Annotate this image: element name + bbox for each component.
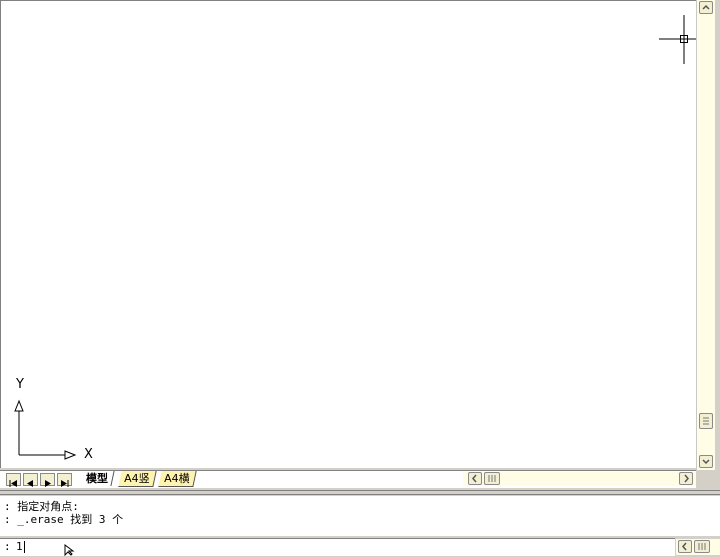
- last-tab-icon: [61, 480, 69, 487]
- cmd-scroll-thumb[interactable]: [694, 540, 710, 553]
- last-tab-button[interactable]: [57, 473, 72, 487]
- tab-a4-portrait[interactable]: A4竖: [118, 471, 157, 487]
- grip-icon: [488, 475, 496, 482]
- ucs-x-label: X: [84, 447, 93, 462]
- chevron-up-icon: [702, 4, 710, 10]
- chevron-left-icon: [472, 474, 477, 483]
- prev-tab-icon: [27, 480, 33, 487]
- text-caret: [24, 541, 25, 553]
- cmd-scroll-left-button[interactable]: [678, 540, 692, 553]
- next-tab-button[interactable]: [40, 473, 55, 487]
- command-window-scrollbar[interactable]: [676, 539, 720, 555]
- scroll-right-button[interactable]: [679, 472, 693, 485]
- first-tab-button[interactable]: [6, 473, 21, 487]
- grip-icon: [698, 543, 706, 550]
- mouse-pointer-icon: [64, 544, 75, 556]
- command-prompt: :: [4, 540, 11, 553]
- tab-model[interactable]: 模型: [80, 471, 115, 486]
- scroll-thumb-horizontal[interactable]: [484, 472, 500, 485]
- command-history: : 指定对角点: : _.erase 找到 3 个: [0, 496, 720, 536]
- history-line: : 指定对角点:: [4, 500, 79, 513]
- drawing-canvas[interactable]: Y X: [0, 0, 711, 468]
- ucs-icon: Y X: [13, 377, 103, 467]
- command-input-value: 1: [16, 540, 23, 553]
- command-input[interactable]: : 1: [0, 538, 675, 556]
- chevron-right-icon: [684, 474, 689, 483]
- scroll-down-button[interactable]: [699, 455, 713, 468]
- command-window-splitter[interactable]: [0, 490, 720, 495]
- vertical-scrollbar[interactable]: [696, 0, 715, 470]
- horizontal-scrollbar[interactable]: [463, 472, 696, 486]
- scroll-thumb-vertical[interactable]: [699, 413, 713, 429]
- chevron-left-icon: [682, 542, 687, 551]
- grip-icon: [703, 417, 709, 425]
- history-line: : _.erase 找到 3 个: [4, 513, 124, 526]
- tab-a4-landscape[interactable]: A4横: [158, 471, 197, 487]
- scroll-up-button[interactable]: [699, 1, 713, 14]
- chevron-down-icon: [702, 459, 710, 465]
- ucs-y-label: Y: [16, 377, 24, 392]
- next-tab-icon: [45, 480, 51, 487]
- scroll-left-button[interactable]: [468, 472, 482, 485]
- prev-tab-button[interactable]: [23, 473, 38, 487]
- first-tab-icon: [9, 480, 17, 487]
